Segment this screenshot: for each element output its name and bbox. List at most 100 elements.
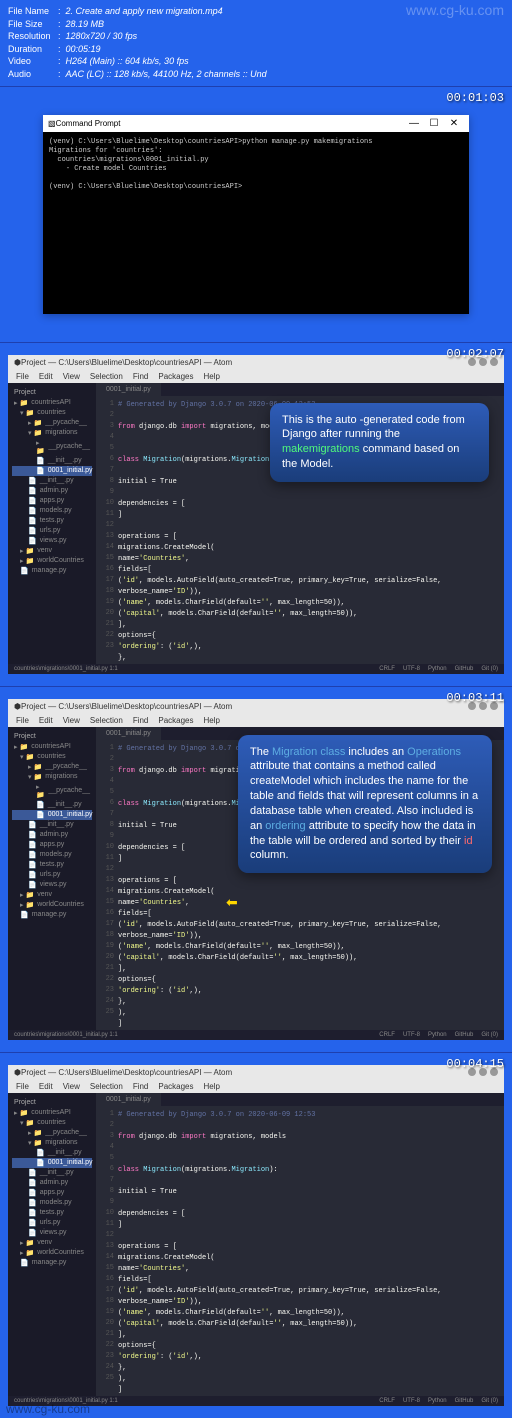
status-bar: countries\migrations\0001_initial.py 1:1… xyxy=(8,664,504,674)
tree-file[interactable]: 📄 __init__.py xyxy=(12,820,92,830)
code-editor[interactable]: 0001_initial.py 123456789101112131415161… xyxy=(96,383,504,664)
tree-file[interactable]: 📄 tests.py xyxy=(12,516,92,526)
maximize-button[interactable]: ☐ xyxy=(424,118,444,129)
tree-file[interactable]: 📄 urls.py xyxy=(12,526,92,536)
status-crlf[interactable]: CRLF xyxy=(379,1398,395,1404)
menu-view[interactable]: View xyxy=(63,716,80,725)
tree-root[interactable]: ▸ 📁 countriesAPI xyxy=(12,742,92,752)
menu-help[interactable]: Help xyxy=(204,716,220,725)
status-git[interactable]: Git (0) xyxy=(481,1398,498,1404)
tree-file-selected[interactable]: 📄 0001_initial.py xyxy=(12,810,92,820)
menu-find[interactable]: Find xyxy=(133,1082,149,1091)
tree-root[interactable]: ▸ 📁 countriesAPI xyxy=(12,1108,92,1118)
tree-file[interactable]: 📄 apps.py xyxy=(12,840,92,850)
tree-file[interactable]: 📄 __init__.py xyxy=(12,476,92,486)
tree-folder[interactable]: ▾ 📁 migrations xyxy=(12,1138,92,1148)
tree-folder[interactable]: ▾ 📁 migrations xyxy=(12,428,92,438)
status-github[interactable]: GitHub xyxy=(455,1398,474,1404)
status-encoding[interactable]: UTF-8 xyxy=(403,1032,420,1038)
tree-file-selected[interactable]: 📄 0001_initial.py xyxy=(12,466,92,476)
status-github[interactable]: GitHub xyxy=(455,666,474,672)
status-git[interactable]: Git (0) xyxy=(481,1032,498,1038)
tree-file[interactable]: 📄 views.py xyxy=(12,1228,92,1238)
atom-window: ⬢ Project — C:\Users\Bluelime\Desktop\co… xyxy=(8,1065,504,1406)
editor-tab[interactable]: 0001_initial.py xyxy=(96,727,161,740)
tree-folder[interactable]: ▸ 📁 worldCountries xyxy=(12,1248,92,1258)
menu-selection[interactable]: Selection xyxy=(90,1082,123,1091)
tree-file[interactable]: 📄 urls.py xyxy=(12,870,92,880)
menu-find[interactable]: Find xyxy=(133,716,149,725)
menu-selection[interactable]: Selection xyxy=(90,372,123,381)
tree-file[interactable]: 📄 manage.py xyxy=(12,910,92,920)
tree-folder[interactable]: ▸ 📁 __pycache__ xyxy=(12,438,92,456)
menu-edit[interactable]: Edit xyxy=(39,716,53,725)
tree-file[interactable]: 📄 __init__.py xyxy=(12,1148,92,1158)
menu-packages[interactable]: Packages xyxy=(158,372,193,381)
atom-menubar: File Edit View Selection Find Packages H… xyxy=(8,370,504,383)
tree-file[interactable]: 📄 urls.py xyxy=(12,1218,92,1228)
code-editor[interactable]: 0001_initial.py 123456789101112131415161… xyxy=(96,1093,504,1396)
tree-folder[interactable]: ▸ 📁 __pycache__ xyxy=(12,418,92,428)
tree-file[interactable]: 📄 tests.py xyxy=(12,1208,92,1218)
tree-folder[interactable]: ▸ 📁 worldCountries xyxy=(12,556,92,566)
tree-folder[interactable]: ▾ 📁 countries xyxy=(12,1118,92,1128)
tree-file[interactable]: 📄 __init__.py xyxy=(12,1168,92,1178)
code-editor[interactable]: 0001_initial.py 123456789101112131415161… xyxy=(96,727,504,1030)
status-github[interactable]: GitHub xyxy=(455,1032,474,1038)
tree-file[interactable]: 📄 models.py xyxy=(12,850,92,860)
status-language[interactable]: Python xyxy=(428,666,447,672)
menu-packages[interactable]: Packages xyxy=(158,1082,193,1091)
tree-file[interactable]: 📄 tests.py xyxy=(12,860,92,870)
menu-selection[interactable]: Selection xyxy=(90,716,123,725)
tree-file[interactable]: 📄 manage.py xyxy=(12,566,92,576)
tree-file[interactable]: 📄 admin.py xyxy=(12,486,92,496)
tree-folder[interactable]: ▸ 📁 __pycache__ xyxy=(12,1128,92,1138)
tree-folder[interactable]: ▸ 📁 worldCountries xyxy=(12,900,92,910)
menu-view[interactable]: View xyxy=(63,372,80,381)
explanation-callout: This is the auto -generated code from Dj… xyxy=(270,403,489,482)
atom-icon: ⬢ xyxy=(14,1068,21,1077)
status-encoding[interactable]: UTF-8 xyxy=(403,666,420,672)
minimize-button[interactable]: — xyxy=(404,118,424,129)
status-crlf[interactable]: CRLF xyxy=(379,666,395,672)
menu-edit[interactable]: Edit xyxy=(39,372,53,381)
tree-folder[interactable]: ▸ 📁 venv xyxy=(12,546,92,556)
menu-help[interactable]: Help xyxy=(204,1082,220,1091)
status-git[interactable]: Git (0) xyxy=(481,666,498,672)
tree-folder[interactable]: ▾ 📁 countries xyxy=(12,408,92,418)
editor-tab[interactable]: 0001_initial.py xyxy=(96,1093,161,1106)
status-encoding[interactable]: UTF-8 xyxy=(403,1398,420,1404)
editor-tab[interactable]: 0001_initial.py xyxy=(96,383,161,396)
tree-file[interactable]: 📄 apps.py xyxy=(12,1188,92,1198)
status-language[interactable]: Python xyxy=(428,1398,447,1404)
menu-find[interactable]: Find xyxy=(133,372,149,381)
menu-edit[interactable]: Edit xyxy=(39,1082,53,1091)
tree-root[interactable]: ▸ 📁 countriesAPI xyxy=(12,398,92,408)
tree-folder[interactable]: ▸ 📁 __pycache__ xyxy=(12,762,92,772)
tree-file[interactable]: 📄 views.py xyxy=(12,880,92,890)
tree-folder[interactable]: ▸ 📁 venv xyxy=(12,1238,92,1248)
tree-folder[interactable]: ▸ 📁 __pycache__ xyxy=(12,782,92,800)
tree-file[interactable]: 📄 __init__.py xyxy=(12,800,92,810)
status-language[interactable]: Python xyxy=(428,1032,447,1038)
tree-file[interactable]: 📄 manage.py xyxy=(12,1258,92,1268)
menu-packages[interactable]: Packages xyxy=(158,716,193,725)
tree-file[interactable]: 📄 models.py xyxy=(12,1198,92,1208)
menu-file[interactable]: File xyxy=(16,1082,29,1091)
tree-file[interactable]: 📄 models.py xyxy=(12,506,92,516)
tree-file-selected[interactable]: 📄 0001_initial.py xyxy=(12,1158,92,1168)
tree-file[interactable]: 📄 __init__.py xyxy=(12,456,92,466)
tree-file[interactable]: 📄 admin.py xyxy=(12,1178,92,1188)
menu-file[interactable]: File xyxy=(16,372,29,381)
tree-file[interactable]: 📄 admin.py xyxy=(12,830,92,840)
tree-file[interactable]: 📄 views.py xyxy=(12,536,92,546)
close-button[interactable]: ✕ xyxy=(444,118,464,129)
tree-folder[interactable]: ▾ 📁 countries xyxy=(12,752,92,762)
menu-file[interactable]: File xyxy=(16,716,29,725)
tree-folder[interactable]: ▸ 📁 venv xyxy=(12,890,92,900)
menu-help[interactable]: Help xyxy=(204,372,220,381)
tree-folder[interactable]: ▾ 📁 migrations xyxy=(12,772,92,782)
menu-view[interactable]: View xyxy=(63,1082,80,1091)
tree-file[interactable]: 📄 apps.py xyxy=(12,496,92,506)
status-crlf[interactable]: CRLF xyxy=(379,1032,395,1038)
